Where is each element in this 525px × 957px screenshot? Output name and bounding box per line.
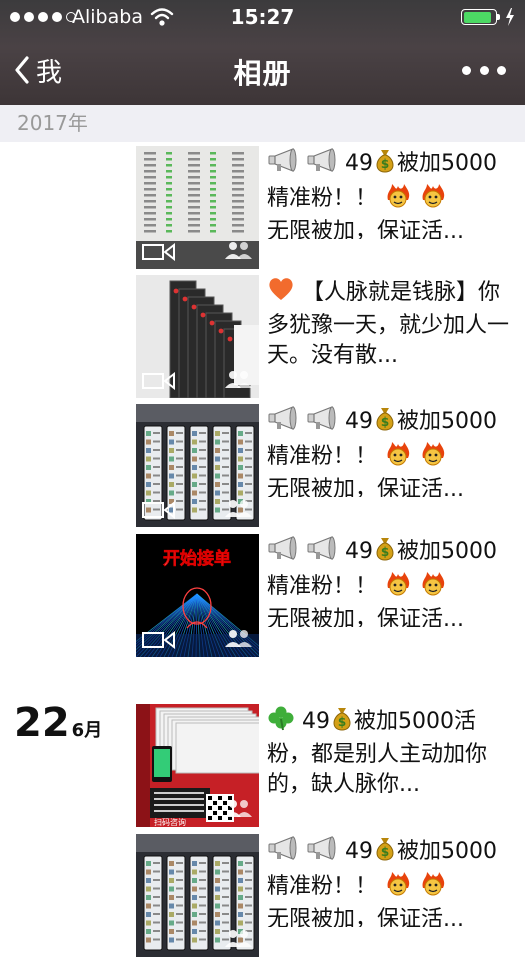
video-icon [142, 501, 175, 519]
megaphone-icon [306, 535, 338, 570]
top-bar: Alibaba 15:27 我 相册 [0, 0, 525, 105]
svg-text:$: $ [381, 845, 389, 859]
post-text-main: 49 [345, 539, 373, 564]
post-text-line: 无限被加，保证活... [267, 907, 464, 927]
post-text: 49 $ 被加5000精准粉！！ 无限被加，保证活... [267, 404, 516, 497]
video-icon [142, 372, 175, 390]
album-post[interactable]: 【人脉就是钱脉】你多犹豫一天，就少加人一天。没有散... [136, 275, 516, 398]
post-text: 49 $ 被加5000精准粉！！ 无限被加，保证活... [267, 834, 516, 927]
fire-face-icon [419, 570, 447, 605]
fire-face-icon [384, 570, 412, 605]
svg-text:$: $ [381, 415, 389, 429]
heart-icon [267, 276, 295, 311]
post-thumbnail[interactable] [136, 275, 259, 398]
megaphone-icon [267, 535, 299, 570]
megaphone-icon [267, 835, 299, 870]
album-post[interactable]: 开始接单 49 $ 被加5000精准粉！！ 无限被加，保证活... [136, 534, 516, 657]
battery-nub [497, 14, 500, 20]
visibility-group-icon [225, 930, 252, 947]
page-title: 相册 [233, 57, 292, 90]
visibility-group-icon [225, 630, 252, 647]
video-icon [142, 243, 175, 261]
money-bag-icon: $ [330, 705, 354, 740]
post-text: 【人脉就是钱脉】你多犹豫一天，就少加人一天。没有散... [267, 275, 516, 368]
charging-bolt-icon [506, 8, 514, 26]
megaphone-icon [306, 405, 338, 440]
status-time: 15:27 [230, 5, 295, 29]
post-text-line: 无限被加，保证活... [267, 477, 464, 497]
visibility-group-icon [225, 500, 252, 517]
megaphone-icon [306, 147, 338, 182]
fire-face-icon [419, 440, 447, 475]
visibility-group-icon [225, 800, 252, 817]
post-text-line: 无限被加，保证活... [267, 607, 464, 627]
album-post[interactable]: 49 $ 被加5000精准粉！！ 无限被加，保证活... [136, 404, 516, 527]
post-text-rest: 被加5000活粉，都是别人主动加你的，缺人脉你... [267, 709, 488, 797]
video-icon [142, 631, 175, 649]
album-post[interactable]: 扫码咨询 49 $ 被加5000活粉，都是别人主动加你的，缺人脉你... [136, 704, 516, 827]
svg-text:$: $ [381, 157, 389, 171]
post-text-main: 49 [345, 839, 373, 864]
money-bag-icon: $ [373, 535, 397, 570]
year-header: 2017年 [0, 105, 525, 142]
month-label: 6月 [71, 720, 103, 741]
post-text-main: 49 [345, 409, 373, 434]
post-text-main: 【人脉就是钱脉】你多犹豫一天，就少加人一天。没有散... [267, 280, 510, 368]
megaphone-icon [267, 405, 299, 440]
album-post[interactable]: 49 $ 被加5000精准粉！！ 无限被加，保证活... [136, 146, 516, 269]
money-bag-icon: $ [373, 147, 397, 182]
post-text-main: 49 [345, 151, 373, 176]
money-bag-icon: $ [373, 405, 397, 440]
post-thumbnail[interactable] [136, 834, 259, 957]
thumbnail-caption: 扫码咨询 [154, 817, 186, 827]
megaphone-icon [306, 835, 338, 870]
svg-text:$: $ [338, 715, 346, 729]
fire-face-icon [384, 182, 412, 217]
album-post[interactable]: 49 $ 被加5000精准粉！！ 无限被加，保证活... [136, 834, 516, 957]
more-dots-icon[interactable] [462, 62, 506, 78]
visibility-group-icon [225, 371, 252, 388]
svg-text:$: $ [381, 545, 389, 559]
visibility-group-icon [225, 242, 252, 259]
post-text-main: 49 [302, 709, 330, 734]
money-bag-icon: $ [373, 835, 397, 870]
post-text: 49 $ 被加5000活粉，都是别人主动加你的，缺人脉你... [267, 704, 516, 797]
clover-icon [267, 705, 295, 740]
fire-face-icon [384, 440, 412, 475]
post-thumbnail[interactable]: 开始接单 [136, 534, 259, 657]
fire-face-icon [384, 870, 412, 905]
battery-icon [461, 9, 497, 25]
fire-face-icon [419, 182, 447, 217]
post-text: 49 $ 被加5000精准粉！！ 无限被加，保证活... [267, 146, 516, 239]
megaphone-icon [267, 147, 299, 182]
fire-face-icon [419, 870, 447, 905]
status-bar: Alibaba 15:27 [0, 0, 525, 36]
navigation-bar: 我 相册 [0, 36, 525, 105]
post-thumbnail[interactable] [136, 404, 259, 527]
date-label: 22 6月 [14, 700, 102, 746]
post-text: 49 $ 被加5000精准粉！！ 无限被加，保证活... [267, 534, 516, 627]
post-thumbnail[interactable]: 扫码咨询 [136, 704, 259, 827]
post-text-line: 无限被加，保证活... [267, 219, 464, 239]
day-number: 22 [14, 700, 70, 746]
thumbnail-caption: 开始接单 [163, 548, 231, 569]
post-thumbnail[interactable] [136, 146, 259, 269]
